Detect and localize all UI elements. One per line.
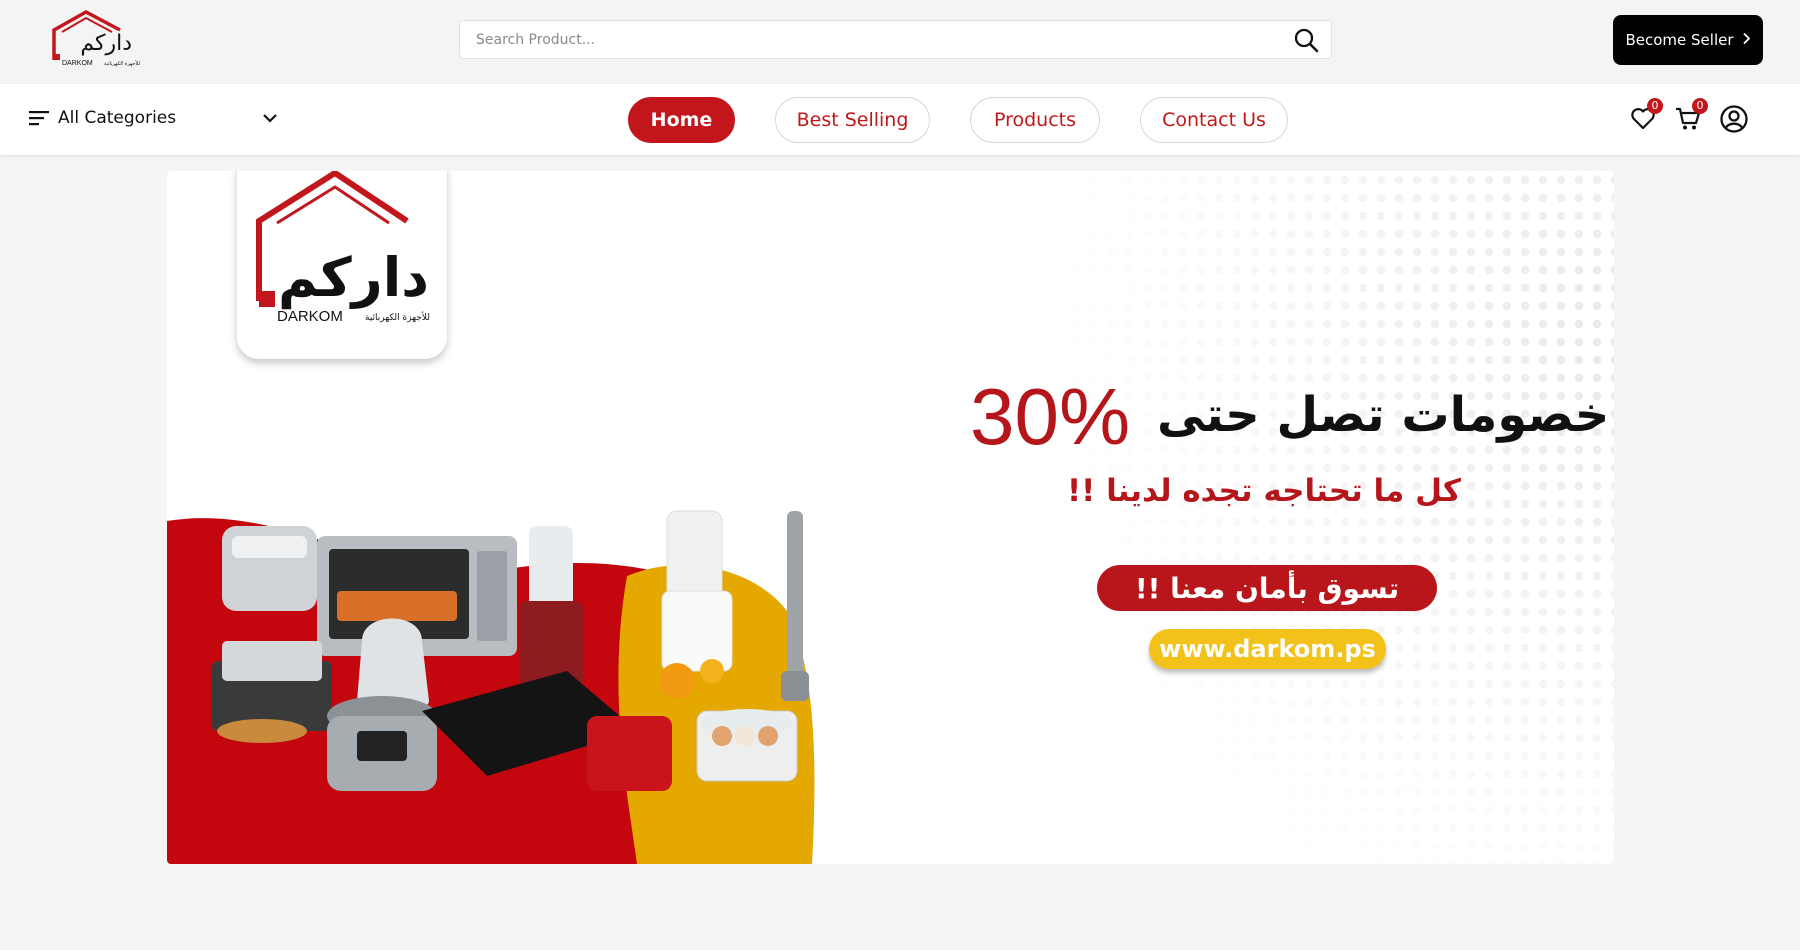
shop-safely-pill: تسوق بأمان معنا !! xyxy=(1097,565,1437,611)
banner-logo-latin: DARKOM xyxy=(277,308,343,325)
become-seller-label: Become Seller xyxy=(1625,31,1734,49)
user-icon xyxy=(1720,105,1748,133)
account-button[interactable] xyxy=(1719,104,1749,134)
nav-contact-us[interactable]: Contact Us xyxy=(1140,97,1288,143)
become-seller-button[interactable]: Become Seller xyxy=(1613,15,1763,65)
wishlist-button[interactable]: 0 xyxy=(1629,98,1663,134)
search-input[interactable] xyxy=(460,21,1287,58)
banner-logo-arabic: داركم xyxy=(278,246,429,309)
top-header: داركم DARKOM للأجهزة الكهربائية Become S… xyxy=(0,0,1800,84)
website-url-pill: www.darkom.ps xyxy=(1149,629,1386,669)
nav-home[interactable]: Home xyxy=(628,97,735,143)
logo-tagline: للأجهزة الكهربائية xyxy=(104,60,141,67)
cart-count-badge: 0 xyxy=(1692,98,1708,114)
discount-text: خصومات تصل حتى xyxy=(1157,387,1610,443)
discount-percent: 30% xyxy=(970,372,1131,461)
nav-best-selling[interactable]: Best Selling xyxy=(775,97,930,143)
discount-headline: 30% خصومات تصل حتى xyxy=(967,371,1614,461)
logo-latin: DARKOM xyxy=(62,60,93,67)
cart-button[interactable]: 0 xyxy=(1674,98,1708,134)
wishlist-count-badge: 0 xyxy=(1647,98,1663,114)
chevron-right-icon xyxy=(1742,32,1751,49)
banner-subline: كل ما تحتاجه تجده لدينا !! xyxy=(1067,473,1461,509)
banner-darkom-logo: داركم DARKOM للأجهزة الكهربائية xyxy=(237,171,447,359)
chevron-down-icon[interactable] xyxy=(261,112,279,124)
banner-logo-tagline: للأجهزة الكهربائية xyxy=(365,311,430,323)
all-categories-label: All Categories xyxy=(58,108,177,128)
logo-arabic: داركم xyxy=(80,31,132,56)
nav-products[interactable]: Products xyxy=(970,97,1100,143)
menu-lines-icon xyxy=(29,111,49,126)
main-nav: All Categories Home Best Selling Product… xyxy=(0,84,1800,155)
search-bar xyxy=(459,20,1332,59)
promo-banner[interactable]: داركم DARKOM للأجهزة الكهربائية 30% خصوم… xyxy=(167,171,1614,864)
darkom-logo[interactable]: داركم DARKOM للأجهزة الكهربائية xyxy=(50,8,146,68)
all-categories-dropdown[interactable]: All Categories xyxy=(29,108,176,128)
search-icon[interactable] xyxy=(1287,21,1325,59)
